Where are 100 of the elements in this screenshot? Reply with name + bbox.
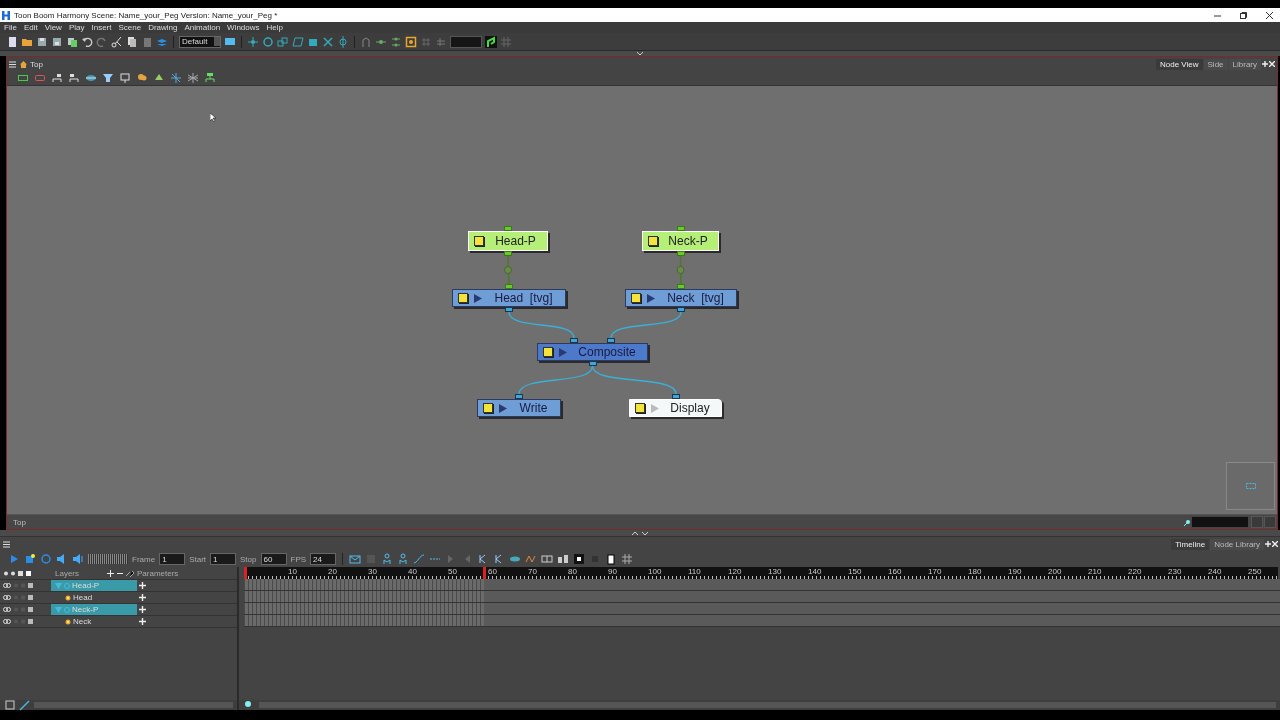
color-swatch-icon[interactable] [474,236,484,246]
node[interactable]: Write [477,399,561,417]
node-link-icon[interactable] [390,35,402,48]
copy-icon[interactable] [126,35,138,48]
color-swatch-icon[interactable] [635,403,645,413]
collapse-carets-icon[interactable] [630,530,650,536]
input-port[interactable] [607,338,615,343]
column-toggle-icons[interactable] [3,569,33,577]
tab[interactable]: Node Library [1210,538,1264,550]
undo-icon[interactable] [81,35,93,48]
close-icon[interactable] [1265,11,1273,19]
layer-actions-icons[interactable] [107,569,135,577]
skew-icon[interactable] [292,35,304,48]
breadcrumb[interactable]: Top [30,59,43,69]
view-dropdown[interactable]: Default [179,35,221,48]
input-port[interactable] [505,284,513,289]
output-port[interactable] [677,307,685,312]
add-icon[interactable] [139,594,146,601]
new-file-icon[interactable] [6,35,18,48]
menu-item[interactable]: Scene [118,23,142,32]
node[interactable]: Head-P [468,231,548,251]
menu-icon[interactable] [9,60,17,68]
pivot-icon[interactable] [337,35,349,48]
number-field[interactable]: 1 [159,553,186,565]
number-field[interactable]: 24 [310,553,337,565]
menu-item[interactable]: Animation [184,23,221,32]
menu-item[interactable]: Help [266,23,283,32]
play-icon[interactable] [499,403,507,413]
menu-item[interactable]: Edit [23,23,38,32]
squares-icon[interactable] [277,35,289,48]
envelope-icon[interactable] [349,553,362,565]
restore-icon[interactable] [1239,11,1247,19]
columns-icon[interactable] [541,553,554,565]
input-port[interactable] [677,284,685,289]
node[interactable]: Neck [tvg] [625,289,737,307]
menu-item[interactable]: View [44,23,62,32]
menu-icon[interactable] [3,540,11,548]
arrows-icon[interactable] [322,35,334,48]
play-icon[interactable] [474,293,482,303]
disc-icon[interactable] [85,72,97,84]
keyframe-add-icon[interactable] [381,553,394,565]
color-swatch-icon[interactable] [483,403,493,413]
speaker-icon[interactable] [72,553,84,565]
output-port[interactable] [505,307,513,312]
split-icon[interactable] [557,553,570,565]
curve-icon[interactable] [413,553,426,565]
scissors-icon[interactable] [111,35,123,48]
frame-icon[interactable] [405,35,417,48]
funnel-icon[interactable] [102,72,114,84]
node[interactable]: Display [629,399,722,417]
add-icon[interactable] [139,606,146,613]
home-icon[interactable] [20,60,27,68]
rectangle-icon[interactable] [605,553,618,565]
hierarchy-icon[interactable] [51,72,63,84]
menu-item[interactable]: Windows [227,23,260,32]
collapse-caret-icon[interactable] [636,51,644,56]
menu-item[interactable]: Play [68,23,85,32]
layer-name[interactable]: Neck [51,616,137,627]
frame-ruler[interactable]: 10 20 30 40 50 60 70 80 90 100 110 120 130 140 150 160 170 180 190 200 210 220 230 240 250 [244,567,1278,579]
toggle-icon[interactable] [573,553,586,565]
output-port[interactable] [676,251,685,256]
toggle-icon[interactable] [4,699,16,711]
number-field[interactable]: 60 [260,553,287,565]
node[interactable]: Head [tvg] [452,289,566,307]
color-swatch-icon[interactable] [458,293,468,303]
play-icon[interactable] [559,347,567,357]
node[interactable]: Neck-P [642,231,719,251]
color-swatch-icon[interactable] [631,293,641,303]
color-field[interactable] [450,35,482,48]
input-port[interactable] [504,226,512,231]
add-icon[interactable] [139,582,146,589]
ring-icon[interactable] [262,35,274,48]
play-icon[interactable] [8,553,20,565]
tab[interactable]: Timeline [1171,538,1210,550]
pen-icon[interactable] [19,699,31,711]
tab[interactable]: Library [1228,58,1261,70]
mesh-icon[interactable] [187,72,199,84]
copy-icon[interactable] [66,35,78,48]
loop-icon[interactable] [40,553,52,565]
search-field[interactable] [1191,516,1249,528]
add-icon[interactable] [1262,61,1268,67]
network-icon[interactable] [204,72,216,84]
input-port[interactable] [672,394,680,399]
search-icon[interactable] [1184,518,1191,526]
tab[interactable]: Node View [1156,58,1203,70]
menu-item[interactable]: Insert [91,23,112,32]
sparkle-icon[interactable] [24,553,36,565]
stop-marker[interactable] [483,567,486,579]
menu-item[interactable]: Drawing [148,23,178,32]
save-icon[interactable] [36,35,48,48]
keyframe-remove-icon[interactable] [397,553,410,565]
menu-item[interactable]: File [4,23,17,32]
crosshair-icon[interactable] [247,35,259,48]
node[interactable]: Composite [537,343,648,361]
add-icon[interactable] [139,618,146,625]
hierarchy-icon[interactable] [68,72,80,84]
color-swatch-icon[interactable] [648,236,658,246]
play-icon[interactable] [647,293,655,303]
color-swatch-icon[interactable] [543,347,553,357]
spark-icon[interactable] [170,72,182,84]
